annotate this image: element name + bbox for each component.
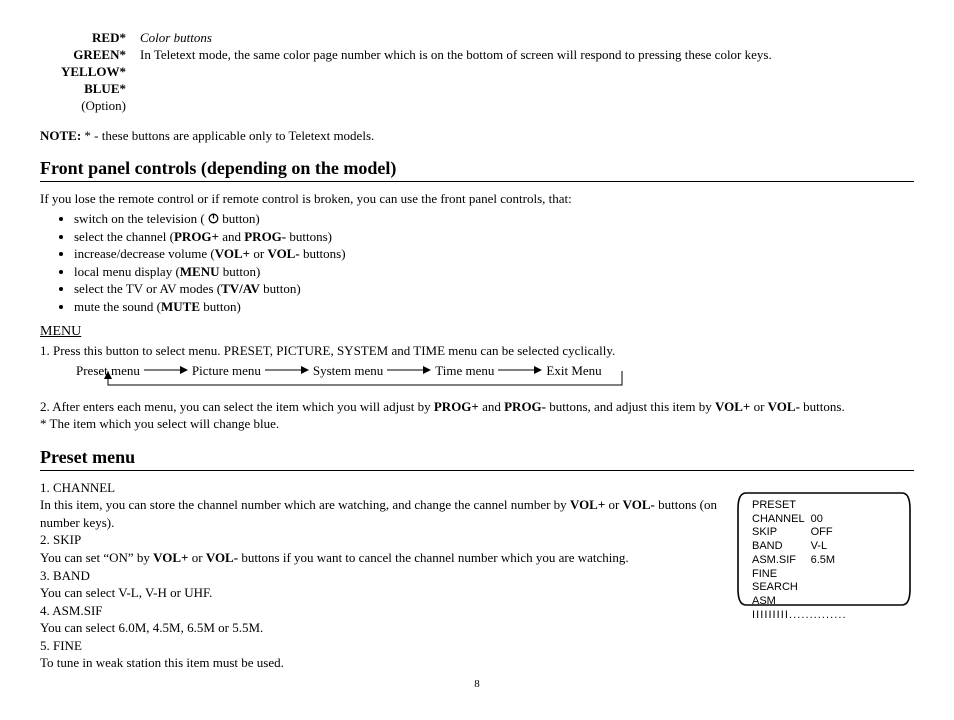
bullet-mute: mute the sound (MUTE button) [74,298,914,316]
power-icon [208,213,219,224]
bullet-tvav: select the TV or AV modes (TV/AV button) [74,280,914,298]
tv-row: ASM.SIF6.5M [752,554,841,568]
label-green: GREEN* [48,47,126,64]
label-yellow: YELLOW* [48,64,126,81]
color-buttons-title: Color buttons [140,30,780,47]
preset-body: 1. CHANNEL In this item, you can store t… [40,479,726,672]
color-desc-column: Color buttons In Teletext mode, the same… [140,30,780,114]
tv-title: PRESET [752,499,845,513]
front-panel-intro: If you lose the remote control or if rem… [40,190,914,208]
preset-5-label: 5. FINE [40,637,726,655]
tv-osd-content: PRESET CHANNEL00 SKIPOFF BANDV-L ASM.SIF… [752,499,845,623]
color-buttons-block: RED* GREEN* YELLOW* BLUE* (Option) Color… [48,30,914,114]
label-blue: BLUE* [48,81,126,98]
tv-row: CHANNEL00 [752,513,841,527]
section-front-panel-body: If you lose the remote control or if rem… [40,190,914,432]
tv-osd-diagram: PRESET CHANNEL00 SKIPOFF BANDV-L ASM.SIF… [734,489,914,613]
tv-row: FINE [752,568,841,582]
preset-2-label: 2. SKIP [40,531,726,549]
color-buttons-desc: In Teletext mode, the same color page nu… [140,47,780,64]
section-preset-title: Preset menu [40,447,914,471]
menu-heading: MENU [40,323,914,342]
bullet-channel: select the channel (PROG+ and PROG- butt… [74,228,914,246]
color-label-column: RED* GREEN* YELLOW* BLUE* (Option) [48,30,126,114]
section-front-panel-title: Front panel controls (depending on the m… [40,158,914,182]
bullet-menu: local menu display (MENU button) [74,263,914,281]
tv-bar: I I I I I I I I I . . . . . . . . . . . … [752,609,845,623]
menu-flow: Preset menu Picture menu System menu Tim… [76,362,914,396]
preset-1-label: 1. CHANNEL [40,479,726,497]
loop-arrow-icon [72,371,632,393]
note-text: * - these buttons are applicable only to… [81,128,374,143]
tv-table: CHANNEL00 SKIPOFF BANDV-L ASM.SIF6.5M FI… [752,513,841,609]
tv-row: SKIPOFF [752,526,841,540]
tv-row: BANDV-L [752,540,841,554]
menu-step-2: 2. After enters each menu, you can selec… [40,398,914,416]
bullet-volume: increase/decrease volume (VOL+ or VOL- b… [74,245,914,263]
preset-3-desc: You can select V-L, V-H or UHF. [40,584,726,602]
front-panel-bullets: switch on the television ( button) selec… [40,210,914,315]
preset-4-desc: You can select 6.0M, 4.5M, 6.5M or 5.5M. [40,619,726,637]
menu-star-note: * The item which you select will change … [40,415,914,433]
label-option: (Option) [48,98,126,115]
preset-3-label: 3. BAND [40,567,726,585]
preset-2-desc: You can set “ON” by VOL+ or VOL- buttons… [40,549,726,567]
menu-step-1: 1. Press this button to select menu. PRE… [40,342,914,360]
bullet-power: switch on the television ( button) [74,210,914,228]
page-number: 8 [40,678,914,690]
preset-1-desc: In this item, you can store the channel … [40,496,726,531]
note-label: NOTE: [40,128,81,143]
note-line: NOTE: * - these buttons are applicable o… [40,128,914,144]
label-red: RED* [48,30,126,47]
preset-4-label: 4. ASM.SIF [40,602,726,620]
tv-row: ASM [752,595,841,609]
preset-5-desc: To tune in weak station this item must b… [40,654,726,672]
tv-row: SEARCH [752,581,841,595]
